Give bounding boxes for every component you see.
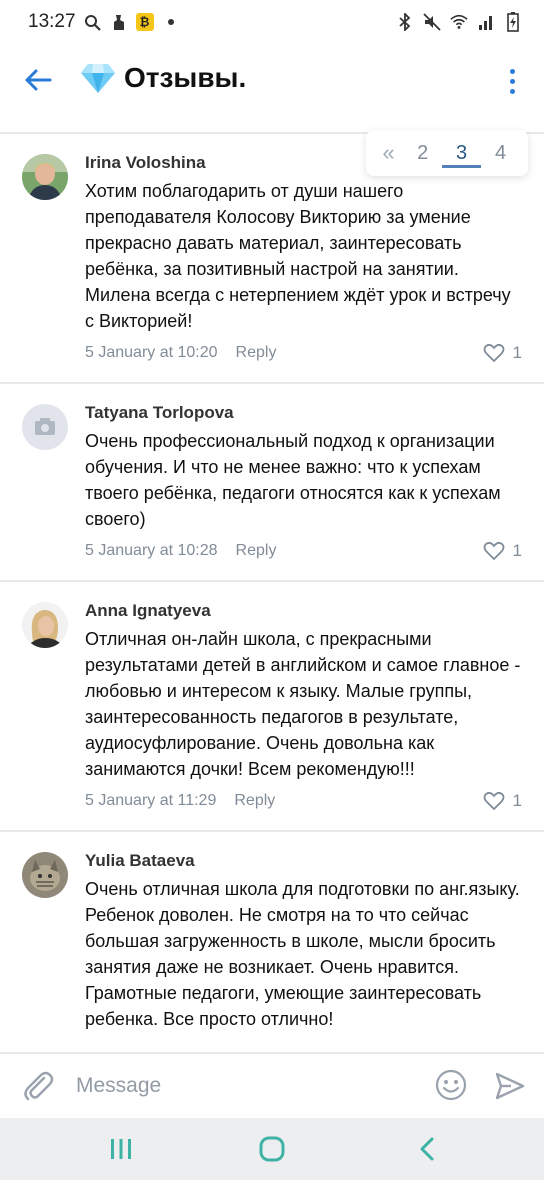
battery-icon [504,12,522,32]
pagination: « 2 3 4 [366,130,528,176]
message-input[interactable] [76,1066,406,1106]
comment-author[interactable]: Tatyana Torlopova [85,402,522,424]
attach-button[interactable] [20,1068,56,1104]
system-nav-bar [0,1118,544,1180]
comment-text: Очень профессиональный подход к организа… [85,431,501,529]
wifi-icon [450,13,468,31]
comment-text: Хотим поблагодарить от души нашего препо… [85,181,511,331]
avatar[interactable] [22,852,68,898]
back-arrow-icon [25,69,52,91]
status-bar: 13:27 ₿ [0,0,544,44]
bluetooth-icon [396,13,414,31]
like-count: 1 [512,541,522,560]
app-icon: ₿ [135,13,154,31]
pagination-first-button[interactable]: « [374,140,403,166]
like-button[interactable]: 1 [483,343,522,363]
avatar[interactable] [22,602,68,648]
send-button[interactable] [494,1070,526,1102]
comment-date: 5 January at 11:29 [85,792,217,809]
signal-icon [477,13,495,31]
message-input-bar [0,1052,544,1118]
app-header: Отзывы. [0,44,544,116]
like-button[interactable]: 1 [483,541,522,561]
comment-meta: 5 January at 10:28 Reply 1 [85,538,522,564]
comment-meta: 5 January at 10:20 Reply 1 [85,340,522,366]
pagination-page-4[interactable]: 4 [481,130,520,176]
emoji-button[interactable] [434,1068,468,1102]
avatar[interactable] [22,154,68,200]
like-count: 1 [512,343,522,362]
comment-item: Yulia Bataeva Очень отличная школа для п… [0,832,544,1048]
comment-text: Отличная он-лайн школа, с прекрасными ре… [85,629,521,779]
status-time: 13:27 [28,11,76,32]
reply-button[interactable]: Reply [234,792,275,810]
diamond-icon [80,60,116,96]
reply-button[interactable]: Reply [236,542,277,560]
cleaning-icon [110,13,128,31]
pagination-page-3[interactable]: 3 [442,130,482,176]
comment-author[interactable]: Anna Ignatyeva [85,600,522,622]
back-button[interactable] [20,62,56,98]
comment-author[interactable]: Yulia Bataeva [85,850,522,872]
comment-item: Tatyana Torlopova Очень профессиональный… [0,384,544,582]
system-back-button[interactable] [412,1134,442,1164]
mute-icon [423,13,441,31]
paperclip-icon [24,1071,54,1101]
heart-icon [483,541,504,561]
pagination-page-2[interactable]: 2 [403,130,442,176]
comment-date: 5 January at 10:28 [85,542,218,559]
reply-button[interactable]: Reply [236,344,277,362]
heart-icon [483,343,504,363]
back-icon [420,1137,434,1161]
comment-item: Anna Ignatyeva Отличная он-лайн школа, с… [0,582,544,832]
camera-placeholder-icon [22,404,68,450]
like-button[interactable]: 1 [483,791,522,811]
emoji-icon [435,1069,467,1101]
recents-icon [111,1139,131,1159]
home-icon [259,1136,285,1162]
comment-meta: 5 January at 11:29 Reply 1 [85,788,522,814]
page-title: Отзывы. [124,62,247,93]
recents-button[interactable] [106,1134,136,1164]
avatar[interactable] [22,404,68,450]
dot-icon [162,13,180,31]
page-title-area: Отзывы. [80,60,246,96]
comments-list: Irina Voloshina Хотим поблагодарить от д… [0,134,544,1052]
heart-icon [483,791,504,811]
send-icon [495,1072,525,1100]
comment-text: Очень отличная школа для подготовки по а… [85,879,520,1029]
like-count: 1 [512,791,522,810]
search-icon [84,13,102,31]
comment-date: 5 January at 10:20 [85,344,218,361]
home-button[interactable] [257,1134,287,1164]
more-options-button[interactable] [500,64,524,98]
